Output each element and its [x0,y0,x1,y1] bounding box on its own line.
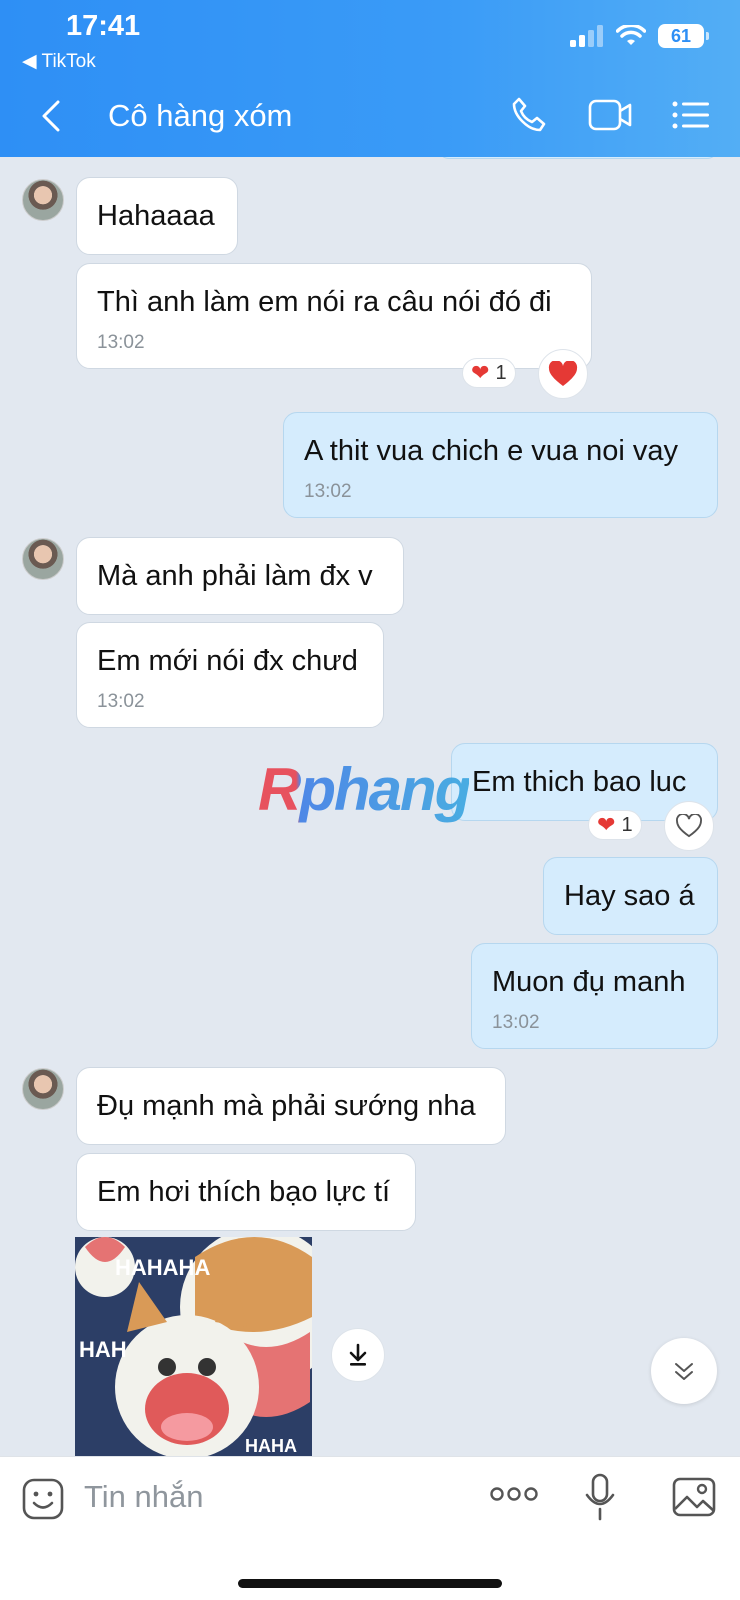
avatar[interactable] [22,1068,64,1110]
status-icons: 61 [570,24,709,48]
react-button[interactable] [538,349,588,399]
watermark-logo: Rphang [258,756,471,823]
reaction-badge[interactable]: ❤ 1 [588,810,642,840]
back-arrow-icon[interactable] [36,98,66,134]
svg-text:HAHA: HAHA [245,1436,297,1456]
message-list[interactable]: Hahaaaa Thì anh làm em nói ra câu nói đó… [0,157,740,1456]
message-bubble-incoming[interactable]: Mà anh phải làm đx v [76,537,404,615]
avatar[interactable] [22,179,64,221]
svg-text:HAHAHA: HAHAHA [115,1255,210,1280]
wifi-icon [616,25,646,45]
message-bubble-incoming[interactable]: Hahaaaa [76,177,238,255]
menu-list-icon[interactable] [672,100,710,130]
status-time: 17:41 [66,10,141,42]
svg-text:HAH: HAH [79,1337,127,1362]
sticker-emoji-icon[interactable] [22,1478,64,1520]
header-actions [510,96,710,134]
avatar[interactable] [22,538,64,580]
message-bubble-incoming[interactable]: Đụ mạnh mà phải sướng nha [76,1067,506,1145]
laughing-dogs-sticker: HAHAHA HAH HAHA [75,1237,312,1456]
message-time: 13:02 [97,332,145,353]
message-bubble-incoming[interactable]: Em mới nói đx chưd 13:02 [76,622,384,728]
message-time: 13:02 [304,481,352,502]
double-chevron-down-icon [675,1363,693,1380]
image-gallery-icon[interactable] [672,1477,716,1517]
heart-icon: ❤ [471,360,490,385]
sticker-image[interactable]: HAHAHA HAH HAHA [75,1237,312,1456]
react-button[interactable] [664,801,714,851]
back-to-app-link[interactable]: ◀ TikTok [22,50,96,73]
video-call-icon[interactable] [588,98,632,132]
home-indicator[interactable] [238,1579,502,1588]
scroll-to-bottom-button[interactable] [651,1338,717,1404]
message-bubble-incoming[interactable]: Thì anh làm em nói ra câu nói đó đi 13:0… [76,263,592,369]
previous-message-edge [438,157,718,159]
reaction-badge[interactable]: ❤ 1 [462,358,516,388]
message-input[interactable]: Tin nhắn [84,1479,204,1515]
heart-icon: ❤ [597,812,616,837]
chat-header: 17:41 ◀ TikTok 61 Cô hàng xóm [0,0,740,157]
heart-outline-icon [676,814,702,838]
message-bubble-outgoing[interactable]: Hay sao á [543,857,718,935]
message-time: 13:02 [97,691,145,712]
download-icon [349,1343,367,1366]
battery-indicator: 61 [658,24,709,48]
more-options-icon[interactable] [490,1485,538,1503]
message-bubble-incoming[interactable]: Em hơi thích bạo lực tí [76,1153,416,1231]
message-input-bar: Tin nhắn [0,1456,740,1600]
microphone-icon[interactable] [585,1473,615,1521]
chat-title[interactable]: Cô hàng xóm [108,98,292,134]
signal-icon [570,25,603,47]
message-bubble-outgoing[interactable]: Muon đụ manh 13:02 [471,943,718,1049]
phone-call-icon[interactable] [510,96,548,134]
heart-icon [548,361,578,386]
message-time: 13:02 [492,1012,540,1033]
message-bubble-outgoing[interactable]: A thit vua chich e vua noi vay 13:02 [283,412,718,518]
download-button[interactable] [331,1328,385,1382]
